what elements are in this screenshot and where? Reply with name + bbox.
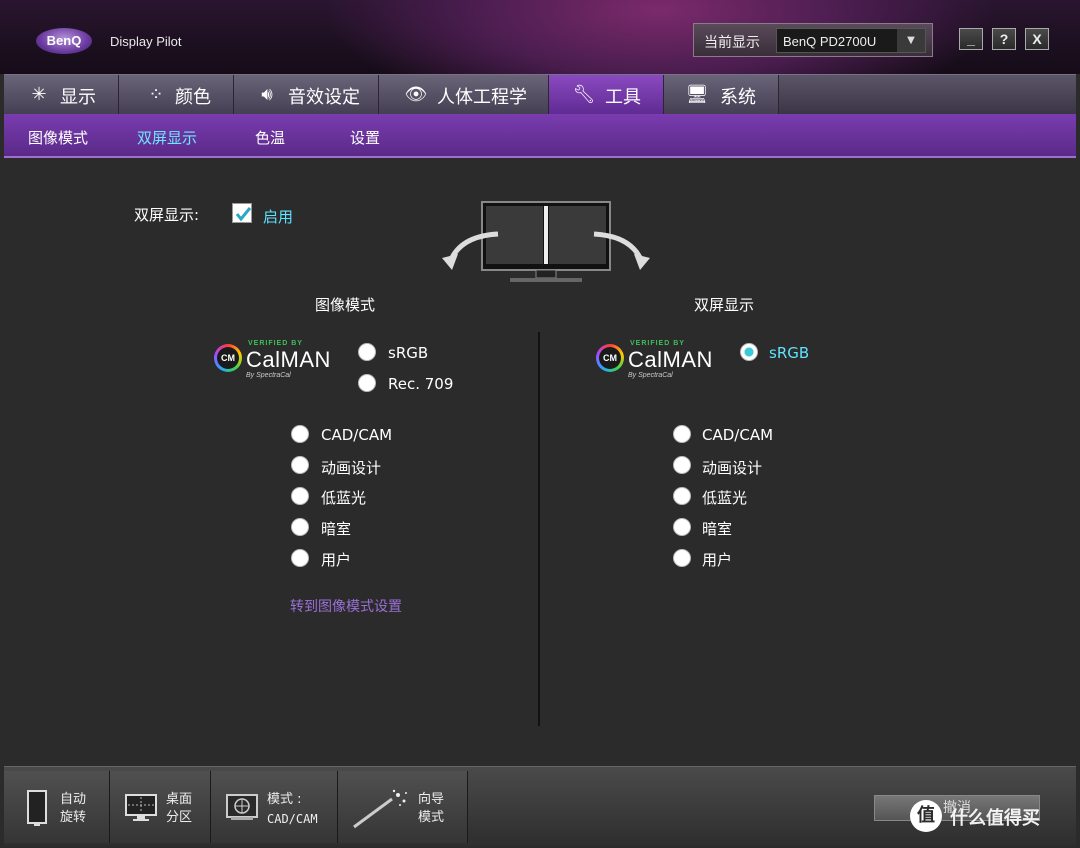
minimize-button[interactable]: _ — [959, 28, 983, 50]
right-option-label: 用户 — [702, 551, 733, 569]
right-option-label: 暗室 — [702, 520, 733, 538]
right-radio-user[interactable] — [673, 549, 691, 567]
left-radio-darkroom[interactable] — [291, 518, 309, 536]
current-display-label: 当前显示 — [704, 35, 760, 51]
app-window: BenQ Display Pilot 当前显示 BenQ PD2700U ▼ _… — [0, 0, 1080, 848]
right-radio-low-blue[interactable] — [673, 487, 691, 505]
right-option-label: CAD/CAM — [702, 426, 774, 444]
panel-divider — [538, 332, 540, 726]
tab-ergonomics-label: 人体工程学 — [437, 87, 527, 108]
right-radio-darkroom[interactable] — [673, 518, 691, 536]
wizard-mode-button[interactable]: 向导 模式 — [338, 771, 468, 843]
subtab-dual-view[interactable]: 双屏显示 — [137, 127, 197, 148]
subtab-settings[interactable]: 设置 — [350, 127, 380, 148]
calman-circle-icon: CM — [596, 344, 624, 372]
left-option-label: 低蓝光 — [321, 489, 367, 507]
left-option-label: CAD/CAM — [321, 426, 393, 444]
auto-rotate-button[interactable]: 自动 旋转 — [4, 771, 110, 843]
title-bar: BenQ Display Pilot 当前显示 BenQ PD2700U ▼ _… — [0, 0, 1080, 74]
left-option-label: 暗室 — [321, 520, 352, 538]
current-display-dropdown[interactable]: BenQ PD2700U ▼ — [776, 28, 926, 53]
tab-display-label: 显示 — [60, 87, 96, 108]
sub-tabs: 图像模式 双屏显示 色温 设置 — [4, 114, 1076, 158]
rotate-monitor-icon — [27, 790, 47, 826]
watermark-text: 什么值得买 — [950, 808, 1040, 829]
tab-tools-label: 工具 — [605, 87, 641, 108]
tab-system-label: 系统 — [720, 87, 756, 108]
help-button[interactable]: ? — [992, 28, 1016, 50]
benq-logo: BenQ — [36, 28, 92, 54]
tab-audio-label: 音效设定 — [288, 87, 360, 108]
right-radio-cadcam[interactable] — [673, 425, 691, 443]
left-radio-cadcam[interactable] — [291, 425, 309, 443]
wizard-line2: 模式 — [418, 810, 445, 825]
checkmark-icon — [235, 207, 252, 222]
tab-display[interactable]: ✳ 显示 — [4, 75, 119, 115]
calman-logo-left: CM VERIFIED BY CalMAN By SpectraCal — [214, 338, 334, 382]
wrench-icon: 🔧︎ — [572, 84, 596, 105]
watermark-badge: 值 — [910, 800, 942, 832]
main-tabs: ✳ 显示 ⁘ 颜色 🔊︎ 音效设定 👁︎ 人体工程学 🔧︎ 工具 🖥︎ 系统 — [4, 74, 1076, 115]
desktop-partition-line1: 桌面 — [166, 792, 193, 807]
right-radio-animation[interactable] — [673, 456, 691, 474]
system-icon: 🖥︎ — [685, 84, 709, 105]
left-option-label: 用户 — [321, 551, 352, 569]
desktop-partition-line2: 分区 — [166, 810, 193, 825]
desktop-partition-button[interactable]: 桌面 分区 — [110, 771, 211, 843]
auto-rotate-line1: 自动 — [60, 792, 87, 807]
mode-icon — [226, 794, 258, 820]
left-option-label: 动画设计 — [321, 459, 382, 477]
eye-icon: 👁︎ — [404, 84, 428, 105]
calman-circle-icon: CM — [214, 344, 242, 372]
left-option-srgb-label: sRGB — [388, 344, 429, 362]
left-radio-animation[interactable] — [291, 456, 309, 474]
auto-rotate-line2: 旋转 — [60, 810, 87, 825]
goto-picture-mode-link[interactable]: 转到图像模式设置 — [290, 596, 402, 616]
mode-line1: 模式 : — [267, 792, 302, 807]
left-option-rec709-label: Rec. 709 — [388, 375, 454, 393]
app-title: Display Pilot — [110, 34, 182, 49]
wizard-wand-icon — [353, 789, 407, 829]
tab-color[interactable]: ⁘ 颜色 — [119, 75, 234, 115]
desktop-partition-icon — [125, 794, 157, 821]
right-heading: 双屏显示 — [694, 296, 755, 314]
dual-view-monitor-icon — [442, 201, 650, 282]
current-display-group: 当前显示 BenQ PD2700U ▼ — [693, 23, 933, 57]
chevron-down-icon[interactable]: ▼ — [897, 29, 925, 52]
brightness-icon: ✳ — [31, 84, 47, 105]
color-dots-icon: ⁘ — [148, 84, 164, 105]
tab-ergonomics[interactable]: 👁︎ 人体工程学 — [379, 75, 549, 115]
left-radio-low-blue[interactable] — [291, 487, 309, 505]
tab-system[interactable]: 🖥︎ 系统 — [664, 75, 779, 115]
calman-logo-right: CM VERIFIED BY CalMAN By SpectraCal — [596, 338, 716, 382]
tab-tools[interactable]: 🔧︎ 工具 — [549, 75, 664, 115]
enable-checkbox[interactable] — [232, 203, 252, 223]
current-display-value: BenQ PD2700U — [783, 34, 877, 49]
left-radio-srgb[interactable] — [358, 343, 376, 361]
left-radio-user[interactable] — [291, 549, 309, 567]
mode-line2: CAD/CAM — [267, 812, 318, 826]
dual-display-label: 双屏显示: — [134, 206, 200, 224]
right-radio-srgb[interactable] — [740, 343, 758, 361]
tab-audio[interactable]: 🔊︎ 音效设定 — [234, 75, 379, 115]
left-heading: 图像模式 — [315, 296, 376, 314]
speaker-icon: 🔊︎ — [261, 84, 273, 105]
right-option-srgb-label: sRGB — [769, 344, 810, 362]
left-radio-rec709[interactable] — [358, 374, 376, 392]
subtab-picture-mode[interactable]: 图像模式 — [28, 127, 88, 148]
right-option-label: 动画设计 — [702, 459, 763, 477]
tab-color-label: 颜色 — [175, 87, 211, 108]
close-button[interactable]: X — [1025, 28, 1049, 50]
right-option-label: 低蓝光 — [702, 489, 748, 507]
subtab-color-temp[interactable]: 色温 — [255, 127, 285, 148]
wizard-line1: 向导 — [418, 792, 445, 807]
mode-button[interactable]: 模式 : CAD/CAM — [211, 771, 338, 843]
dual-display-panel: 双屏显示: 启用 图像模式 CM VERIFIED BY CalMAN By S… — [4, 160, 1076, 766]
enable-label[interactable]: 启用 — [263, 206, 293, 227]
